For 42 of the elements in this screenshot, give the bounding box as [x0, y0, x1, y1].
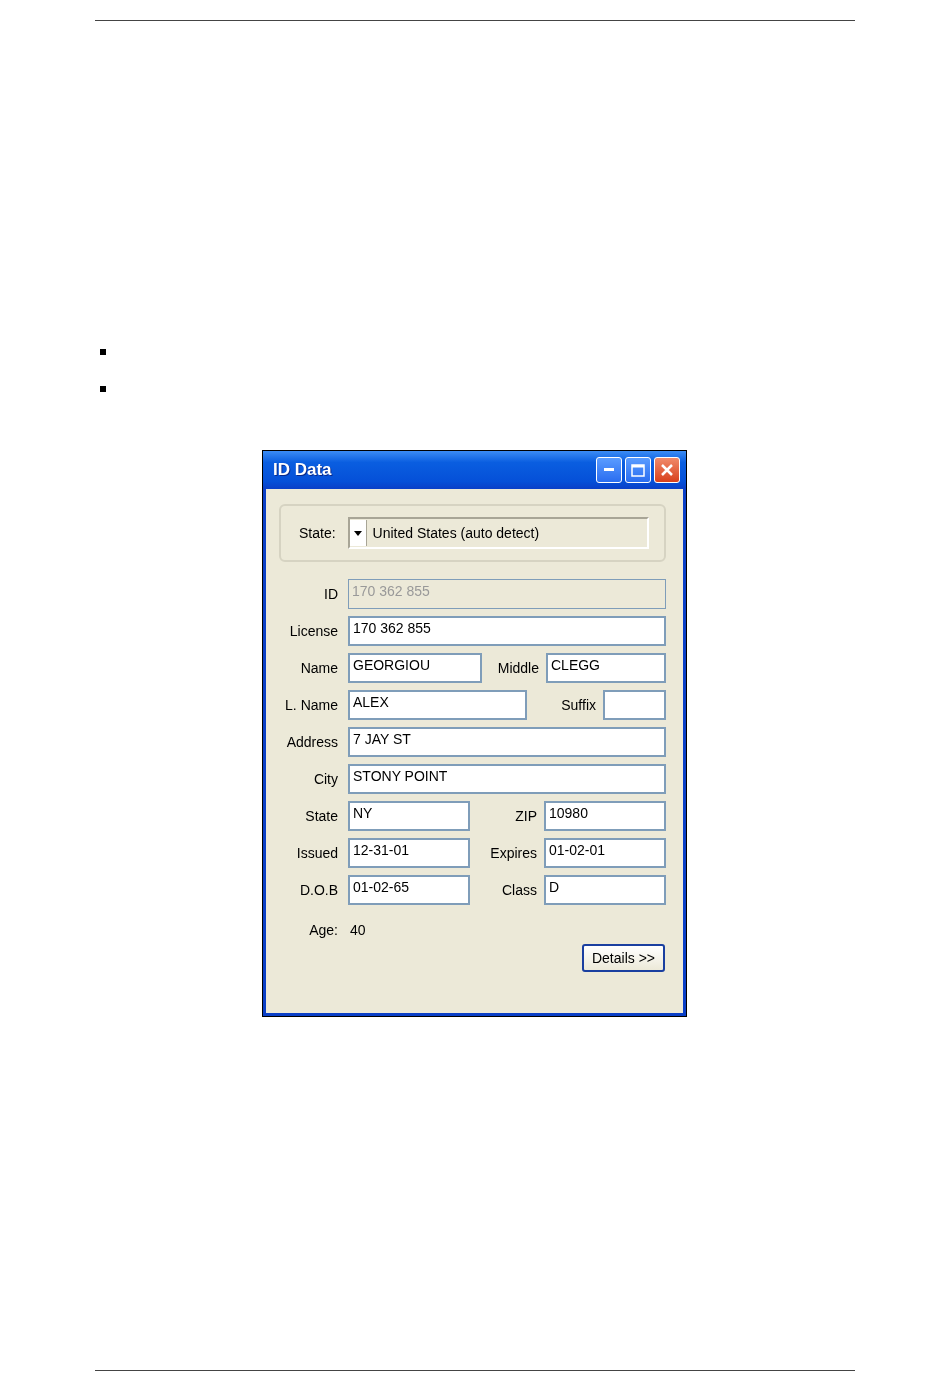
- text-field[interactable]: D: [544, 875, 666, 905]
- text-field[interactable]: 170 362 855: [348, 616, 666, 646]
- details-button[interactable]: Details >>: [581, 944, 665, 972]
- field-label: Issued: [295, 845, 338, 861]
- window-title: ID Data: [273, 460, 333, 480]
- age-value: 40: [350, 922, 366, 938]
- field-label: State: [304, 808, 338, 824]
- maximize-icon: [631, 463, 645, 477]
- text-field[interactable]: 01-02-65: [348, 875, 470, 905]
- field-label: L. Name: [284, 697, 338, 713]
- bullet-icon: [100, 349, 106, 355]
- text-field[interactable]: 10980: [544, 801, 666, 831]
- minimize-icon: [604, 468, 614, 472]
- minimize-button[interactable]: [596, 457, 622, 483]
- text-field[interactable]: [603, 690, 666, 720]
- field-label: ZIP: [515, 808, 537, 824]
- close-button[interactable]: [654, 457, 680, 483]
- field-label: Expires: [490, 845, 537, 861]
- field-label: License: [288, 623, 338, 639]
- text-field[interactable]: CLEGG: [546, 653, 666, 683]
- field-label: Middle: [497, 660, 539, 676]
- text-field[interactable]: 01-02-01: [544, 838, 666, 868]
- field-label: Suffix: [561, 697, 596, 713]
- field-label: City: [312, 771, 338, 787]
- state-dropdown[interactable]: United States (auto detect): [347, 517, 649, 549]
- age-label: Age:: [308, 922, 338, 938]
- field-label: ID: [323, 586, 338, 602]
- field-label: D.O.B: [298, 882, 338, 898]
- text-field[interactable]: GEORGIOU: [348, 653, 482, 683]
- field-label: Name: [299, 660, 338, 676]
- text-field[interactable]: NY: [348, 801, 470, 831]
- field-label: Class: [502, 882, 537, 898]
- maximize-button[interactable]: [625, 457, 651, 483]
- field-label: State:: [299, 525, 336, 541]
- caret-icon: [353, 530, 362, 536]
- bullet-icon: [100, 386, 106, 392]
- close-icon: [661, 464, 673, 476]
- text-field[interactable]: 12-31-01: [348, 838, 470, 868]
- text-field[interactable]: STONY POINT: [348, 764, 666, 794]
- text-field[interactable]: ALEX: [348, 690, 527, 720]
- text-field[interactable]: 7 JAY ST: [348, 727, 666, 757]
- field-label: Address: [285, 734, 338, 750]
